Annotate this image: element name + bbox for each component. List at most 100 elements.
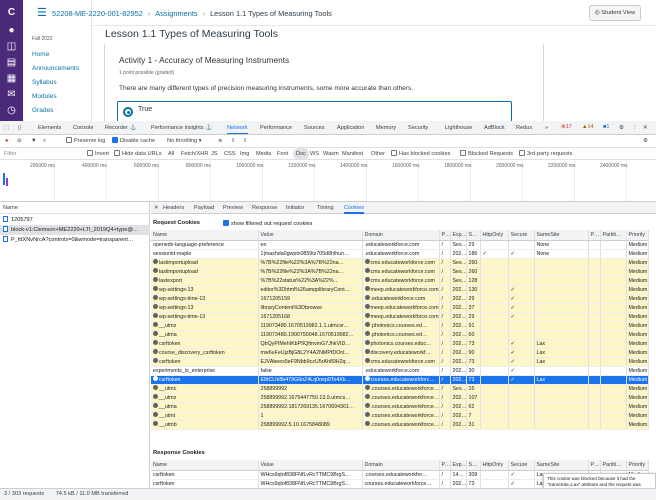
column-header[interactable]: Priority xyxy=(626,230,649,241)
close-detail-icon[interactable]: ✕ xyxy=(154,202,159,214)
request-cookie-row[interactable]: lastimportupload %7B%22file%22%3A%7B%22na… xyxy=(151,267,649,277)
request-cookie-row[interactable]: __utmb 258899992.5.10.1675848089 .courses.… xyxy=(151,420,649,430)
column-header[interactable]: Value xyxy=(258,460,363,471)
throttling-select[interactable]: No throttling ▾ xyxy=(167,135,202,147)
clear-icon[interactable]: ⊘ xyxy=(17,135,22,147)
filter-icon[interactable]: ▼ xyxy=(31,135,37,147)
inspect-icon[interactable]: ⬚ xyxy=(4,121,9,134)
third-party-checkbox[interactable]: 3rd-party requests xyxy=(519,148,572,159)
request-cookie-row[interactable]: experiments_is_enterprise false .educatewo… xyxy=(151,366,649,376)
show-filtered-cookies-checkbox[interactable]: show filtered out request cookies xyxy=(223,220,312,227)
settings-gear-icon[interactable]: ⚙ xyxy=(619,121,624,134)
request-cookie-row[interactable]: __utmz 258899992.1675447750.13.9.utmcs… .c… xyxy=(151,393,649,403)
column-header[interactable]: SameSite xyxy=(534,230,589,241)
request-cookie-row[interactable]: csrftoken EJVAbees5eF9Nbb9czU5rAh89H2q… cm… xyxy=(151,357,649,367)
tab-performance-insights[interactable]: Performance insights ⚓ xyxy=(151,121,212,134)
network-settings-icon[interactable]: ⚙ xyxy=(643,135,648,147)
filter-type-ws[interactable]: WS xyxy=(310,148,319,159)
request-cookie-row[interactable]: sessionid-maple 1|mashda0gwptx0859tz705d8… xyxy=(151,249,649,259)
answer-option-true[interactable]: True xyxy=(117,101,512,121)
institution-logo[interactable]: C xyxy=(4,6,19,19)
courses-icon[interactable]: ▤ xyxy=(4,56,19,69)
filter-type-fetch-xhr[interactable]: Fetch/XHR xyxy=(181,148,208,159)
request-list-header[interactable]: Name xyxy=(0,202,150,214)
warning-count-badge[interactable]: ▲14 xyxy=(580,123,596,132)
column-header[interactable]: S… xyxy=(466,460,481,471)
column-header[interactable]: Priority xyxy=(626,460,649,471)
filter-type-all[interactable]: All xyxy=(168,148,174,159)
column-header[interactable]: Exp… xyxy=(450,460,467,471)
breadcrumb-course[interactable]: 52208-ME-2220-001-82952 xyxy=(52,9,143,18)
tab-network[interactable]: Network xyxy=(227,121,248,134)
close-devtools-icon[interactable]: ✕ xyxy=(643,121,648,134)
column-header[interactable]: S… xyxy=(466,230,481,241)
tab-recorder[interactable]: Recorder ⚓ xyxy=(105,121,137,134)
request-cookie-row[interactable]: course_discovery_csrftoken mw6uFeUjzBjG8L… xyxy=(151,348,649,358)
request-cookie-row[interactable]: __utmz 119073480.1670519982.1.1.utmcsr… .p… xyxy=(151,321,649,331)
invert-checkbox[interactable]: Invert xyxy=(87,148,109,159)
request-cookie-row[interactable]: wp-settings-13 libraryContent%3Dbrowse mee… xyxy=(151,303,649,313)
filter-type-manifest[interactable]: Manifest xyxy=(342,148,363,159)
preserve-log-checkbox[interactable]: Preserve log xyxy=(66,135,105,147)
detail-tab-cookies[interactable]: Cookies xyxy=(344,202,365,214)
tab-sources[interactable]: Sources xyxy=(304,121,325,134)
wifi-icon[interactable]: ≋ xyxy=(218,135,223,147)
column-header[interactable]: Name xyxy=(151,230,259,241)
request-cookie-row[interactable]: wp-settings-13 editor%3Dhtml%26ampplibrar… xyxy=(151,285,649,295)
network-overview-timeline[interactable]: 200000 ms 400000 ms 600000 ms 800000 ms … xyxy=(0,160,656,202)
request-cookie-row[interactable]: __utmc 258899992 .courses.educateworkforce… xyxy=(151,384,649,394)
filter-type-img[interactable]: Img xyxy=(240,148,249,159)
detail-tab-timing[interactable]: Timing xyxy=(317,202,334,214)
column-header[interactable]: P… xyxy=(439,230,451,241)
column-header[interactable]: Partiti… xyxy=(600,460,627,471)
tab-console[interactable]: Console xyxy=(73,121,94,134)
filter-type-doc[interactable]: Doc xyxy=(293,148,309,159)
tab-security[interactable]: Security xyxy=(408,121,428,134)
request-cookie-row[interactable]: lastexport %7B%22status%22%3A%22%… cms.edu… xyxy=(151,276,649,286)
inbox-icon[interactable]: ✉ xyxy=(4,88,19,101)
course-nav-announcements[interactable]: Announcements xyxy=(32,65,79,72)
answer-radio[interactable] xyxy=(123,107,133,117)
column-header[interactable]: P… xyxy=(439,460,451,471)
column-header[interactable]: Exp… xyxy=(450,230,467,241)
filter-type-font[interactable]: Font xyxy=(277,148,288,159)
detail-tab-headers[interactable]: Headers xyxy=(163,202,184,214)
request-cookie-row[interactable]: wp-settings-time-13 1671205159 .educatewor… xyxy=(151,294,649,304)
account-icon[interactable]: ● xyxy=(4,24,19,37)
filter-type-other[interactable]: Other xyxy=(371,148,385,159)
column-header[interactable]: Secure xyxy=(508,230,535,241)
request-cookie-row[interactable]: __utma 119073480.1900750048.1670519982… .p… xyxy=(151,330,649,340)
filter-type-media[interactable]: Media xyxy=(256,148,271,159)
filter-type-js[interactable]: JS xyxy=(211,148,218,159)
record-icon[interactable]: ● xyxy=(5,135,8,147)
column-header[interactable]: Partiti… xyxy=(600,230,627,241)
request-cookie-row[interactable]: csrftoken QbQyPIMehIKbP9QfmvmG7JhkVID… pho… xyxy=(151,339,649,349)
column-header[interactable]: Domain xyxy=(362,230,440,241)
tab-redux[interactable]: Redux xyxy=(516,121,532,134)
course-nav-home[interactable]: Home xyxy=(32,51,49,58)
tab-adblock[interactable]: AdBlock xyxy=(484,121,505,134)
device-toolbar-icon[interactable]: ▯ xyxy=(18,121,21,134)
column-header[interactable]: HttpOnly xyxy=(480,460,509,471)
tab-lighthouse[interactable]: Lighthouse xyxy=(445,121,472,134)
detail-tab-preview[interactable]: Preview xyxy=(223,202,243,214)
request-cookie-row[interactable]: openedx-language-preference en .educatewor… xyxy=(151,240,649,250)
column-header[interactable]: P… xyxy=(588,460,601,471)
filter-input[interactable]: Filter xyxy=(4,148,16,159)
calendar-icon[interactable]: ▦ xyxy=(4,72,19,85)
search-icon[interactable]: ⌕ xyxy=(43,135,46,147)
tab-performance[interactable]: Performance xyxy=(260,121,292,134)
breadcrumb-assignments[interactable]: Assignments xyxy=(155,9,197,18)
hide-data-urls-checkbox[interactable]: Hide data URLs xyxy=(114,148,162,159)
request-cookie-row[interactable]: csrftoken E8tCLhi8b479G6oZ4Lq0oep0To4Xk… c… xyxy=(151,375,649,385)
request-cookie-row[interactable]: __utmt 1 .courses.educateworkforce…/ 202… 7 M… xyxy=(151,411,649,421)
filter-type-css[interactable]: CSS xyxy=(224,148,236,159)
detail-tab-payload[interactable]: Payload xyxy=(194,202,214,214)
column-header[interactable]: Name xyxy=(151,460,259,471)
column-header[interactable]: Secure xyxy=(508,460,535,471)
request-row[interactable]: P_fdXNvNrcA?controls=0&wmode=transparent… xyxy=(0,235,150,245)
dashboard-icon[interactable]: ◫ xyxy=(4,40,19,53)
detail-tab-response[interactable]: Response xyxy=(252,202,277,214)
course-nav-syllabus[interactable]: Syllabus xyxy=(32,79,57,86)
filter-type-wasm[interactable]: Wasm xyxy=(323,148,339,159)
